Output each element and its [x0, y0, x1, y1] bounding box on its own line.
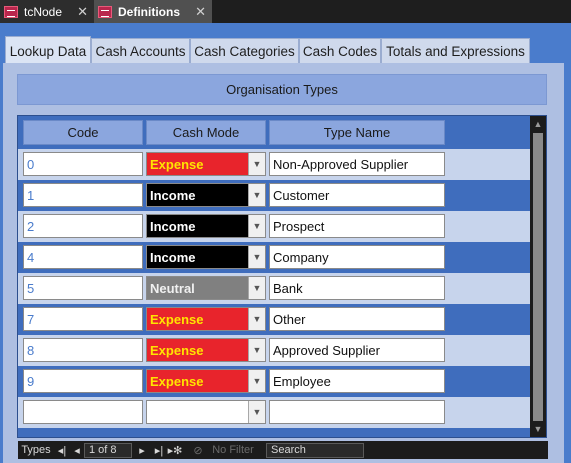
type-name-field[interactable]: Employee: [269, 369, 445, 393]
section-title: Organisation Types: [17, 74, 547, 105]
chevron-down-icon[interactable]: ▼: [248, 215, 265, 237]
column-header-code: Code: [23, 120, 143, 145]
cash-mode-combo[interactable]: Expense ▼: [146, 152, 266, 176]
cash-mode-combo[interactable]: Expense ▼: [146, 338, 266, 362]
tab-totals-and-expressions[interactable]: Totals and Expressions: [381, 38, 530, 65]
chevron-down-icon[interactable]: ▼: [248, 308, 265, 330]
search-input[interactable]: Search: [266, 442, 364, 458]
code-field[interactable]: 2: [23, 214, 143, 238]
cash-mode-combo[interactable]: Income ▼: [146, 245, 266, 269]
type-name-field[interactable]: [269, 400, 445, 424]
cash-mode-value: Neutral: [147, 277, 249, 299]
new-record-icon[interactable]: ▸✻: [166, 442, 184, 458]
record-navigation-bar: Types ◂| ◂ 1 of 8 ▸ ▸| ▸✻ ⊘ No Filter Se…: [18, 441, 548, 459]
type-name-field[interactable]: Customer: [269, 183, 445, 207]
table-row: 0 Expense ▼ Non-Approved Supplier: [18, 149, 530, 180]
cash-mode-value: Expense: [147, 370, 249, 392]
chevron-down-icon[interactable]: ▼: [248, 370, 265, 392]
chevron-down-icon[interactable]: ▼: [248, 184, 265, 206]
cash-mode-combo[interactable]: ▼: [146, 400, 266, 424]
column-header-type-name: Type Name: [269, 120, 445, 145]
cash-mode-value: [147, 401, 249, 423]
type-name-field[interactable]: Other: [269, 307, 445, 331]
first-record-icon[interactable]: ◂|: [54, 442, 70, 458]
filter-icon: ⊘: [193, 444, 203, 457]
chevron-down-icon[interactable]: ▼: [248, 246, 265, 268]
cash-mode-value: Income: [147, 246, 249, 268]
cash-mode-value: Income: [147, 184, 249, 206]
cash-mode-combo[interactable]: Income ▼: [146, 183, 266, 207]
current-record-field[interactable]: 1 of 8: [84, 442, 132, 458]
tab-cash-codes[interactable]: Cash Codes: [299, 38, 381, 65]
chevron-down-icon[interactable]: ▼: [248, 277, 265, 299]
close-icon[interactable]: ✕: [195, 4, 206, 20]
last-record-icon[interactable]: ▸|: [152, 442, 166, 458]
cash-mode-combo[interactable]: Neutral ▼: [146, 276, 266, 300]
table-row: 8 Expense ▼ Approved Supplier: [18, 335, 530, 366]
no-filter-button[interactable]: No Filter: [206, 442, 260, 458]
scroll-thumb[interactable]: [533, 133, 543, 421]
previous-record-icon[interactable]: ◂: [70, 442, 84, 458]
code-field[interactable]: 4: [23, 245, 143, 269]
type-name-field[interactable]: Approved Supplier: [269, 338, 445, 362]
lookup-data-panel: Organisation Types Code Cash Mode Type N…: [3, 63, 564, 463]
code-field[interactable]: 8: [23, 338, 143, 362]
code-field[interactable]: [23, 400, 143, 424]
form-icon: [98, 5, 112, 18]
cash-mode-value: Expense: [147, 308, 249, 330]
cash-mode-value: Income: [147, 215, 249, 237]
page-tab-bar: Lookup Data Cash Accounts Cash Categorie…: [0, 23, 571, 66]
type-name-field[interactable]: Non-Approved Supplier: [269, 152, 445, 176]
type-name-field[interactable]: Prospect: [269, 214, 445, 238]
new-record-row: ▼: [18, 397, 530, 428]
cash-mode-combo[interactable]: Income ▼: [146, 214, 266, 238]
table-row: 9 Expense ▼ Employee: [18, 366, 530, 397]
navigation-label: Types: [21, 444, 51, 456]
code-field[interactable]: 1: [23, 183, 143, 207]
doc-tab-label: tcNode: [24, 4, 63, 19]
code-field[interactable]: 9: [23, 369, 143, 393]
doc-tab-label: Definitions: [118, 4, 180, 19]
form-icon: [4, 5, 18, 18]
organisation-types-subform: Code Cash Mode Type Name 0 Expense ▼ Non…: [17, 115, 547, 438]
access-window: { "doc_tabs": [ {"label": "tcNode", "clo…: [0, 0, 571, 463]
chevron-down-icon[interactable]: ▼: [248, 401, 265, 423]
close-icon[interactable]: ✕: [77, 4, 88, 20]
vertical-scrollbar[interactable]: ▲ ▼: [530, 116, 546, 437]
code-field[interactable]: 5: [23, 276, 143, 300]
doc-tab-definitions[interactable]: Definitions ✕: [94, 0, 212, 23]
tab-lookup-data[interactable]: Lookup Data: [5, 36, 91, 66]
cash-mode-combo[interactable]: Expense ▼: [146, 369, 266, 393]
table-row: 5 Neutral ▼ Bank: [18, 273, 530, 304]
table-row: 1 Income ▼ Customer: [18, 180, 530, 211]
doc-tab-tcnode[interactable]: tcNode ✕: [0, 0, 94, 23]
column-header-cash-mode: Cash Mode: [146, 120, 266, 145]
table-row: 2 Income ▼ Prospect: [18, 211, 530, 242]
code-field[interactable]: 0: [23, 152, 143, 176]
scroll-up-icon[interactable]: ▲: [530, 116, 546, 132]
type-name-field[interactable]: Bank: [269, 276, 445, 300]
tab-cash-accounts[interactable]: Cash Accounts: [91, 38, 190, 65]
code-field[interactable]: 7: [23, 307, 143, 331]
tab-cash-categories[interactable]: Cash Categories: [190, 38, 299, 65]
type-name-field[interactable]: Company: [269, 245, 445, 269]
chevron-down-icon[interactable]: ▼: [248, 153, 265, 175]
cash-mode-value: Expense: [147, 339, 249, 361]
next-record-icon[interactable]: ▸: [132, 442, 152, 458]
cash-mode-combo[interactable]: Expense ▼: [146, 307, 266, 331]
scroll-down-icon[interactable]: ▼: [530, 421, 546, 437]
cash-mode-value: Expense: [147, 153, 249, 175]
document-tab-bar: tcNode ✕ Definitions ✕: [0, 0, 571, 23]
table-row: 7 Expense ▼ Other: [18, 304, 530, 335]
table-row: 4 Income ▼ Company: [18, 242, 530, 273]
chevron-down-icon[interactable]: ▼: [248, 339, 265, 361]
